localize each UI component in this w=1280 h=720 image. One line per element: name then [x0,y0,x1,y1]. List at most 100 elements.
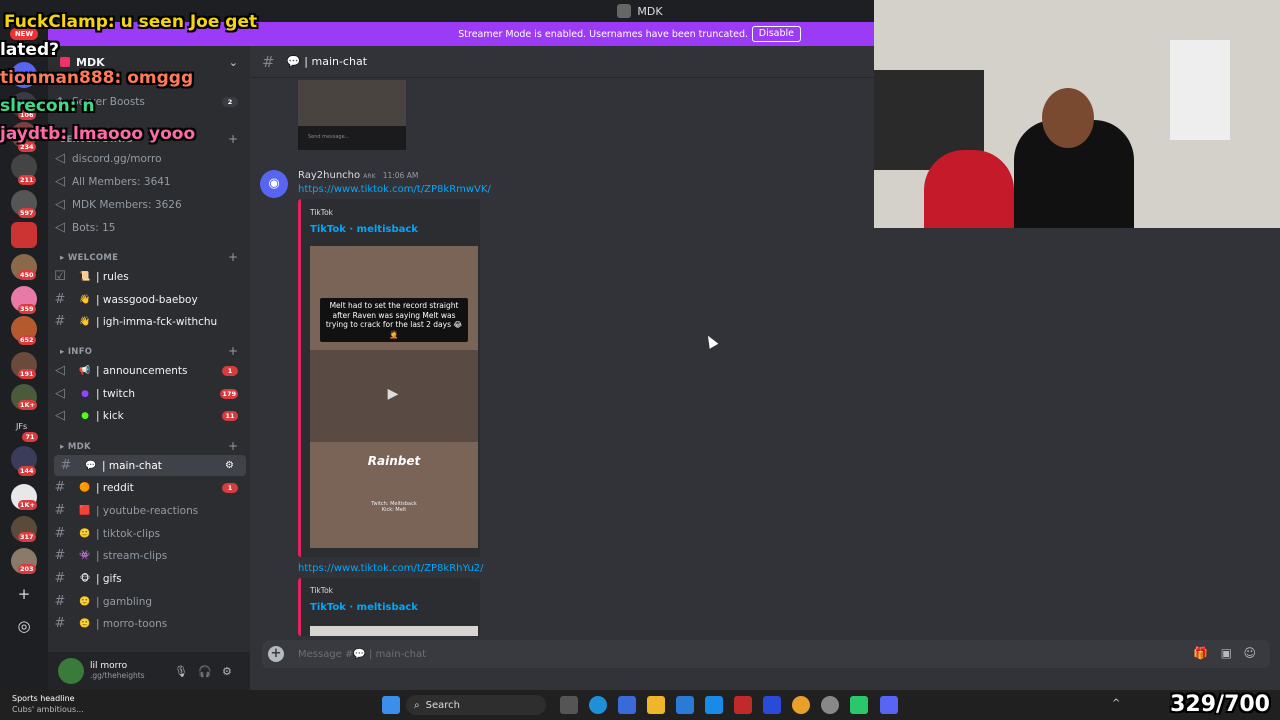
channel-youtube-reactions[interactable]: # 🟥 | youtube-reactions [48,500,250,521]
channel-igh-imma[interactable]: # 👋 | igh-imma-fck-withchu [48,311,250,332]
channel-main-chat[interactable]: # 💬 | main-chat ⚙ [54,455,246,476]
file-explorer-icon[interactable] [647,696,665,714]
channel-gifs[interactable]: # 🐵 | gifs [48,568,250,589]
channel-emoji: ● [81,410,89,421]
add-server-icon[interactable]: + [14,584,34,604]
disable-button[interactable]: Disable [751,26,801,42]
hash-icon: # [262,52,275,71]
banner-text: Streamer Mode is enabled. Usernames have… [458,28,748,40]
channel-wassgood-baeboy[interactable]: # 👋 | wassgood-baeboy [48,289,250,310]
app-icon[interactable] [705,696,723,714]
embed-title[interactable]: TikTok · meltisback [310,602,418,613]
settings-gear-icon[interactable]: ⚙ [222,665,232,678]
channel-tiktok-clips[interactable]: # 🙂 | tiktok-clips [48,523,250,544]
megaphone-icon: ◁ [55,408,65,423]
chat-line: jaydtb: lmaooo yooo [0,124,196,144]
emoji-icon[interactable]: ☺ [1243,646,1256,660]
tray-chevron-icon[interactable]: ^ [1112,698,1120,709]
image-preview-bar: Send message... [298,126,406,150]
category-mdk[interactable]: ▸ MDK [60,442,91,452]
sticker-icon[interactable]: ▣ [1221,646,1232,660]
stat-channel[interactable]: ◁ All Members: 3641 [48,171,250,192]
add-channel-icon[interactable]: + [228,250,238,264]
hash-icon: # [54,314,66,329]
unread-badge: 11 [222,410,238,421]
attach-plus-icon[interactable]: + [268,646,284,662]
channel-kick[interactable]: ◁ ● | kick 11 [48,405,250,426]
avatar[interactable] [58,658,84,684]
channel-morro-toons[interactable]: # 🙂 | morro-toons [48,613,250,634]
message-time: 11:06 AM [382,171,419,180]
channel-stream-clips[interactable]: # 👾 | stream-clips [48,545,250,566]
hash-icon: # [54,480,66,495]
webcam-overlay [874,0,1280,228]
chevron-down-icon[interactable]: ⌄ [229,56,238,69]
news-widget[interactable]: Sports headline Cubs' ambitious... [12,693,84,715]
shield-icon[interactable] [734,696,752,714]
store-icon[interactable] [676,696,694,714]
channel-emoji: 👋 [79,294,91,305]
unread-badge: 450 [18,270,36,280]
stat-channel[interactable]: ◁ discord.gg/morro [48,148,250,169]
tiktok-link[interactable]: https://www.tiktok.com/t/ZP8kRmwVK/ [298,184,491,195]
user-panel: lil morro .gg/theheights 🎙 🎧 ⚙ [48,652,250,690]
discover-icon[interactable]: ◎ [14,616,34,636]
category-welcome[interactable]: ▸ WELCOME [60,253,118,263]
unread-badge: 1K+ [18,400,38,410]
user-info[interactable]: lil morro .gg/theheights [90,661,145,681]
channel-title: | main-chat [304,55,368,68]
brand-text: Rainbet [367,454,421,468]
stat-channel[interactable]: ◁ Bots: 15 [48,217,250,238]
embed-title[interactable]: TikTok · meltisback [310,224,418,235]
category-info[interactable]: ▸ INFO [60,347,92,357]
author-tag: ARK [363,173,376,180]
windows-start-icon[interactable] [382,696,400,714]
jf-server-label[interactable]: JFs [16,422,27,431]
app-icon[interactable] [850,696,868,714]
channel-twitch[interactable]: ◁ ● | twitch 179 [48,383,250,404]
taskbar: Sports headline Cubs' ambitious... ⌕ Sea… [0,690,1280,720]
search-input[interactable]: ⌕ Search [406,695,546,715]
tiktok-link[interactable]: https://www.tiktok.com/t/ZP8kRhYu2/ [298,563,484,574]
add-channel-icon[interactable]: + [228,344,238,358]
channel-gambling[interactable]: # 🙂 | gambling [48,591,250,612]
gear-icon[interactable]: ⚙ [225,460,234,471]
author-name[interactable]: Ray2huncho [298,170,360,181]
channel-emoji: 📢 [79,365,91,376]
door-shape [1170,40,1230,140]
server-rail: NEW 106 234 211 597 450 359 652 191 1K+ … [0,22,48,690]
channel-label: | kick [96,409,124,422]
server-icon [60,57,70,67]
copilot-icon[interactable] [618,696,636,714]
channel-rules[interactable]: ☑ 📜 | rules [48,266,250,287]
stat-label: discord.gg/morro [72,152,162,165]
discord-icon[interactable] [880,696,898,714]
composer-placeholder[interactable]: Message #💬 | main-chat [298,649,426,660]
add-channel-icon[interactable]: + [228,132,238,146]
channel-reddit[interactable]: # 🟠 | reddit 1 [48,477,250,498]
app-icon[interactable] [763,696,781,714]
unread-badge: 191 [18,369,36,379]
discord-avatar-icon[interactable]: ◉ [260,170,288,198]
channel-emoji: 🟥 [79,505,91,516]
headphones-icon[interactable]: 🎧 [198,665,212,678]
task-view-icon[interactable] [560,696,578,714]
app-icon[interactable] [821,696,839,714]
gift-icon[interactable]: 🎁 [1193,646,1208,660]
chat-line: lated? [0,40,59,60]
stat-channel[interactable]: ◁ MDK Members: 3626 [48,194,250,215]
channel-announcements[interactable]: ◁ 📢 | announcements 1 [48,360,250,381]
channel-label: | youtube-reactions [96,504,199,517]
previous-image[interactable]: Send message... [298,80,406,150]
add-channel-icon[interactable]: + [228,439,238,453]
video-thumbnail[interactable]: Melt had to set the record straight afte… [310,246,478,548]
server-name: MDK [76,55,105,69]
server-icon[interactable] [11,222,37,248]
video-footer: Twitch: Meltisback Kick: Melt [371,501,417,513]
message-composer[interactable]: + Message #💬 | main-chat 🎁 ▣ ☺ [262,640,1270,668]
chrome-icon[interactable] [792,696,810,714]
video-thumbnail[interactable] [310,626,478,636]
edge-icon[interactable] [589,696,607,714]
play-icon[interactable]: ▶ [380,386,406,406]
microphone-icon[interactable]: 🎙 [174,665,188,678]
